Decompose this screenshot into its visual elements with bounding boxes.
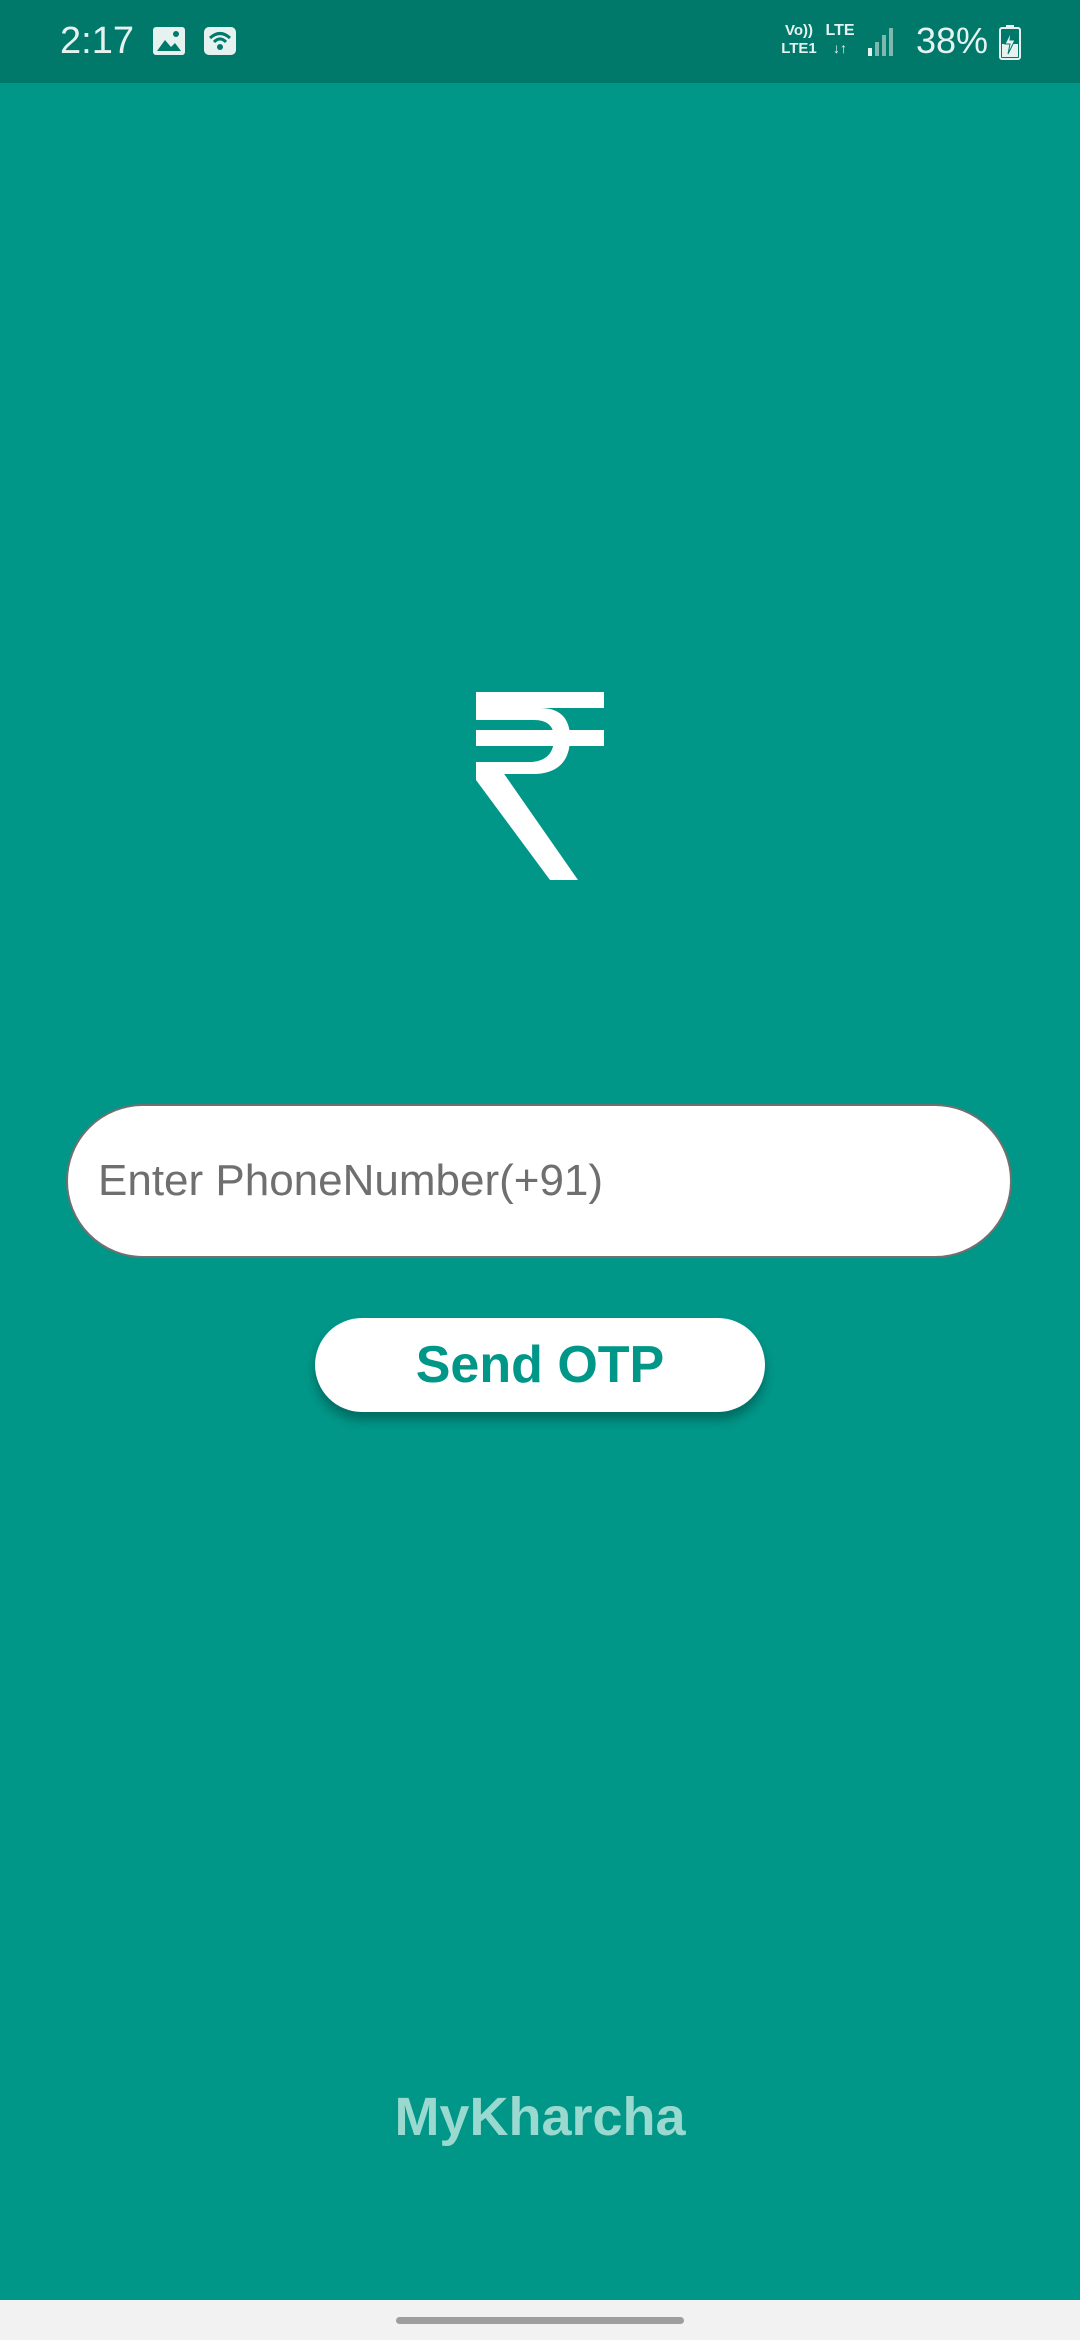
data-arrows-icon: ↓↑ [833, 40, 847, 56]
send-otp-button[interactable]: Send OTP [315, 1318, 765, 1412]
app-name: MyKharcha [394, 2087, 686, 2147]
navigation-bar [0, 2300, 1080, 2340]
rupee-icon [470, 688, 610, 884]
status-time: 2:17 [60, 20, 134, 62]
home-gesture-handle[interactable] [396, 2317, 684, 2324]
gallery-icon [151, 24, 187, 58]
signal-icon [864, 24, 898, 58]
wifi-icon [202, 24, 238, 58]
lte-label: LTE [825, 22, 855, 39]
battery-percent: 38% [916, 20, 989, 61]
status-bar: 2:17 Vo)) LTE1 LTE ↓↑ 38% [0, 0, 1080, 83]
volte-label-bottom: LTE1 [781, 40, 817, 57]
volte-indicator: Vo)) LTE1 [777, 22, 821, 58]
phone-number-input[interactable] [66, 1104, 1012, 1258]
volte-label-top: Vo)) [784, 22, 814, 39]
lte-indicator: LTE ↓↑ [822, 22, 858, 56]
battery-charging-icon [998, 24, 1022, 60]
